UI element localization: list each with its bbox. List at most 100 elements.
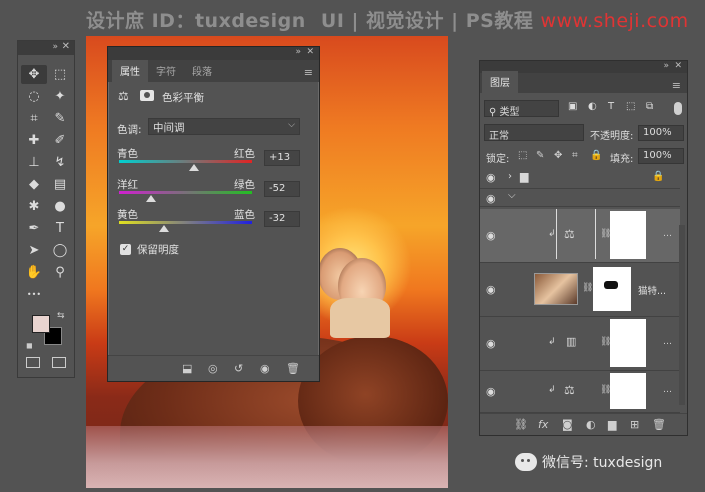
lock-position-icon[interactable]: ✥ <box>554 150 562 161</box>
healing-brush-tool-icon[interactable]: ✚ <box>21 131 47 150</box>
eye-icon[interactable]: ◉ <box>486 229 496 242</box>
slider-magenta-green-track[interactable] <box>119 191 252 194</box>
slider-cyan-red-thumb[interactable] <box>189 164 200 171</box>
brush-tool-icon[interactable]: ✐ <box>47 131 73 150</box>
layer-mask-thumbnail[interactable] <box>610 211 646 259</box>
magic-wand-tool-icon[interactable]: ✦ <box>47 87 73 106</box>
layer-filter-select[interactable]: ⚲ 类型 <box>484 100 559 118</box>
photo-thumbnail[interactable] <box>534 273 578 305</box>
zoom-tool-icon[interactable]: ⚲ <box>47 263 73 282</box>
chevron-down-icon[interactable]: ⌵ <box>508 190 516 201</box>
hand-tool-icon[interactable]: ✋ <box>21 263 47 282</box>
foreground-color-swatch[interactable] <box>32 315 50 333</box>
slider-yellow-blue-value[interactable]: -32 <box>264 211 300 227</box>
collapse-icon[interactable]: » <box>663 61 669 71</box>
new-adjustment-icon[interactable]: ◐ <box>586 418 596 431</box>
panel-menu-icon[interactable]: ≡ <box>672 79 681 92</box>
slider-magenta-green-value[interactable]: -52 <box>264 181 300 197</box>
tab-character[interactable]: 字符 <box>148 60 184 82</box>
trash-icon[interactable]: 🗑 <box>652 418 666 431</box>
layer-mask-icon[interactable] <box>140 90 154 101</box>
type-filter-icon[interactable]: T <box>608 101 614 112</box>
pixel-filter-icon[interactable]: ▣ <box>568 101 577 112</box>
eye-icon[interactable]: ◉ <box>486 171 496 184</box>
lock-image-icon[interactable]: ✎ <box>536 150 544 161</box>
layer-mask-thumbnail[interactable] <box>610 319 646 367</box>
layer-row-color-balance-2[interactable]: ◉ ↲ ⚖ ⛓ … <box>480 371 680 413</box>
more-icon[interactable]: … <box>663 337 672 347</box>
move-tool-icon[interactable]: ✥ <box>21 65 47 84</box>
close-icon[interactable]: ✕ <box>306 47 314 57</box>
layer-mask-thumbnail[interactable] <box>593 267 631 311</box>
swap-colors-icon[interactable]: ⇆ <box>57 311 65 321</box>
lock-artboard-icon[interactable]: ⌗ <box>572 150 578 161</box>
fill-input[interactable]: 100% <box>638 148 684 164</box>
eye-icon[interactable]: ◉ <box>486 385 496 398</box>
tab-properties[interactable]: 属性 <box>112 60 148 82</box>
screen-mode-icon[interactable] <box>52 357 66 368</box>
layer-row-levels[interactable]: ◉ ↲ ▥ ⛓ … <box>480 317 680 371</box>
gradient-tool-icon[interactable]: ▤ <box>47 175 73 194</box>
more-icon[interactable]: … <box>663 385 672 395</box>
quick-mask-icon[interactable] <box>26 357 40 368</box>
tab-paragraph[interactable]: 段落 <box>184 60 220 82</box>
close-icon[interactable]: ✕ <box>674 61 682 71</box>
default-colors-icon[interactable]: ◼ <box>26 341 33 350</box>
adjustment-filter-icon[interactable]: ◐ <box>588 101 597 112</box>
blur-tool-icon[interactable]: ✱ <box>21 197 47 216</box>
lock-all-icon[interactable]: 🔒 <box>590 150 602 161</box>
link-icon[interactable]: ⛓ <box>582 283 593 293</box>
more-tools-icon[interactable]: ••• <box>21 285 47 304</box>
smart-object-filter-icon[interactable]: ⧉ <box>646 101 653 112</box>
stamp-tool-icon[interactable]: ⊥ <box>21 153 47 172</box>
slider-cyan-red-track[interactable] <box>119 160 252 163</box>
lasso-tool-icon[interactable]: ◌ <box>21 87 47 106</box>
link-layers-icon[interactable]: ⛓ <box>514 418 528 431</box>
add-mask-icon[interactable]: ◙ <box>562 418 573 431</box>
new-group-icon[interactable]: ▆ <box>608 418 616 431</box>
slider-magenta-green-thumb[interactable] <box>145 195 156 202</box>
slider-cyan-red-value[interactable]: +13 <box>264 150 300 166</box>
eyedropper-tool-icon[interactable]: ✎ <box>47 109 73 128</box>
type-tool-icon[interactable]: T <box>47 219 73 238</box>
layer-row-group-open[interactable]: ◉ ⌵ <box>480 189 680 207</box>
slider-yellow-blue-thumb[interactable] <box>159 225 170 232</box>
collapse-icon[interactable]: » <box>52 42 58 52</box>
blend-mode-select[interactable]: 正常 <box>484 124 584 142</box>
crop-tool-icon[interactable]: ⌗ <box>21 109 47 128</box>
eye-icon[interactable]: ◉ <box>486 337 496 350</box>
dodge-tool-icon[interactable]: ● <box>47 197 73 216</box>
chevron-right-icon[interactable]: › <box>508 171 512 182</box>
preserve-luminosity-checkbox[interactable]: ✓ <box>120 244 131 255</box>
layer-row-color-balance[interactable]: ◉ ↲ ⚖ ⛓ … <box>480 209 680 263</box>
visibility-eye-icon[interactable]: ◉ <box>260 362 270 375</box>
tone-select[interactable]: 中间调 ⌵ <box>148 118 300 135</box>
view-previous-icon[interactable]: ◎ <box>208 362 218 375</box>
trash-icon[interactable]: 🗑 <box>286 362 300 375</box>
marquee-tool-icon[interactable]: ⬚ <box>47 65 73 84</box>
path-selection-tool-icon[interactable]: ➤ <box>21 241 47 260</box>
slider-yellow-blue-track[interactable] <box>119 221 252 224</box>
reset-icon[interactable]: ↺ <box>234 362 243 375</box>
close-icon[interactable]: ✕ <box>62 41 70 52</box>
opacity-input[interactable]: 100% <box>638 125 684 141</box>
eye-icon[interactable]: ◉ <box>486 192 496 205</box>
pen-tool-icon[interactable]: ✒ <box>21 219 47 238</box>
layer-row-group[interactable]: ◉ › ▆ 🔒 <box>480 167 680 189</box>
layer-name[interactable]: 猫特... <box>638 283 666 297</box>
layer-mask-thumbnail[interactable] <box>610 373 646 409</box>
panel-menu-icon[interactable]: ≡ <box>304 66 313 79</box>
clip-to-layer-icon[interactable]: ⬓ <box>182 362 192 375</box>
new-layer-icon[interactable]: ⊞ <box>630 418 639 431</box>
layer-row-smart-object[interactable]: ◉ ⛓ 猫特... <box>480 263 680 317</box>
properties-panel-header[interactable]: » ✕ <box>108 47 319 60</box>
lock-pixels-icon[interactable]: ⬚ <box>518 150 527 161</box>
ellipse-tool-icon[interactable]: ◯ <box>47 241 73 260</box>
tab-layers[interactable]: 图层 <box>482 71 518 93</box>
eye-icon[interactable]: ◉ <box>486 283 496 296</box>
eraser-tool-icon[interactable]: ◆ <box>21 175 47 194</box>
filter-toggle[interactable] <box>674 102 682 115</box>
layers-scrollbar[interactable] <box>679 225 685 405</box>
tools-panel-header[interactable]: » ✕ <box>18 41 74 55</box>
shape-filter-icon[interactable]: ⬚ <box>626 101 635 112</box>
